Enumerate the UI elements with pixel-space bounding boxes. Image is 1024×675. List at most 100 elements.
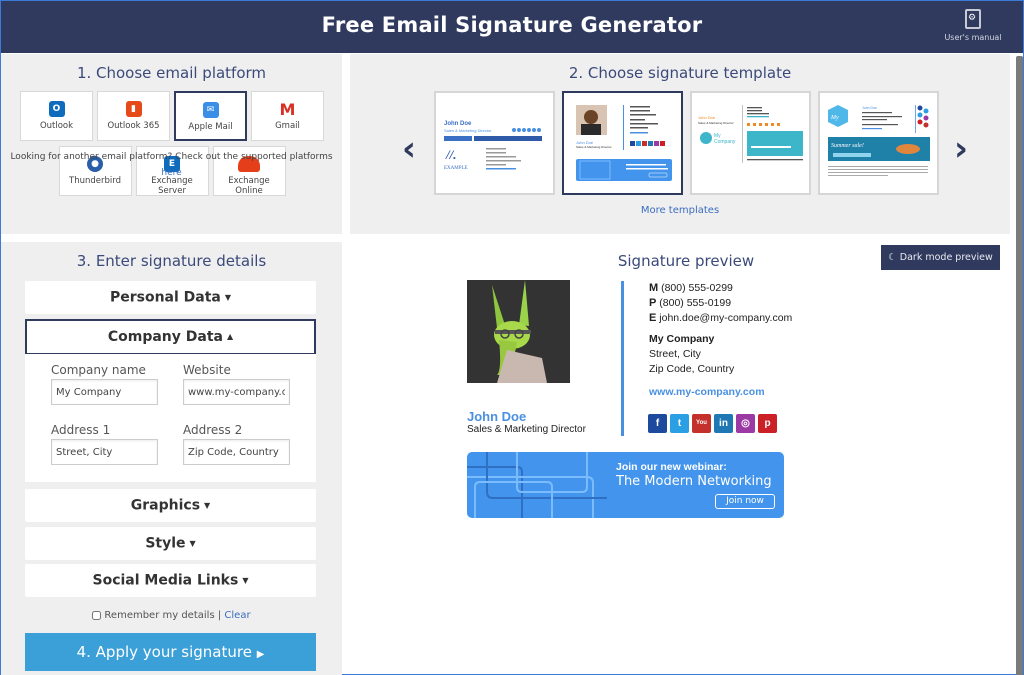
facebook-icon[interactable]: f <box>648 414 667 433</box>
graphics-label: Graphics <box>130 497 201 514</box>
chevron-down-icon: ▼ <box>204 501 211 510</box>
youtube-icon[interactable]: You <box>692 414 711 433</box>
platform-label: Apple Mail <box>188 122 233 132</box>
apply-signature-label: 4. Apply your signature <box>76 643 252 661</box>
supported-platforms-link[interactable]: here <box>1 168 342 178</box>
signature-address2: Zip Code, Country <box>649 363 735 375</box>
phone-prefix: P <box>649 297 657 309</box>
template-1[interactable]: John Doe Sales & Marketing Director //. … <box>434 91 555 195</box>
mobile-number: (800) 555-0299 <box>661 282 733 294</box>
social-media-links-section[interactable]: Social Media Links ▼ <box>25 564 316 597</box>
phone-line: P (800) 555-0199 <box>649 296 792 311</box>
platform-outlook[interactable]: O Outlook <box>20 91 93 141</box>
app-header: Free Email Signature Generator User's ma… <box>1 1 1023 53</box>
clear-link[interactable]: Clear <box>224 610 250 621</box>
email-platform-panel: 1. Choose email platform O Outlook ▮ Out… <box>1 54 342 234</box>
platform-label: Exchange Server <box>151 176 193 196</box>
template-4[interactable]: My John Doe Summer sale! <box>818 91 939 195</box>
svg-text:My: My <box>830 115 839 121</box>
email-address[interactable]: john.doe@my-company.com <box>659 312 792 324</box>
address1-label: Address 1 <box>51 423 111 437</box>
company-data-form: Company name Website Address 1 Address 2 <box>25 354 316 482</box>
template-2[interactable]: John Doe Sales & Marketing Director <box>562 91 683 195</box>
platform-gmail[interactable]: M Gmail <box>251 91 324 141</box>
chevron-down-icon: ▼ <box>242 576 249 585</box>
join-now-button[interactable]: Join now <box>715 494 775 509</box>
signature-divider <box>621 281 624 436</box>
template-1-thumbnail: John Doe Sales & Marketing Director //. … <box>444 121 542 171</box>
prev-template-arrow[interactable]: ‹ <box>402 129 416 169</box>
manual-book-icon <box>965 9 981 29</box>
style-section[interactable]: Style ▼ <box>25 527 316 560</box>
company-data-section[interactable]: Company Data ▲ <box>25 319 316 355</box>
mobile-prefix: M <box>649 282 659 294</box>
caret-right-icon: ▶ <box>256 649 265 660</box>
svg-text:EXAMPLE: EXAMPLE <box>444 166 468 171</box>
webinar-banner[interactable]: Join our new webinar: The Modern Network… <box>467 452 784 518</box>
graphics-section[interactable]: Graphics ▼ <box>25 489 316 522</box>
next-template-arrow[interactable]: › <box>954 129 968 169</box>
moon-icon: ☾ <box>888 252 897 263</box>
profile-photo <box>467 280 570 383</box>
personal-data-section[interactable]: Personal Data ▼ <box>25 281 316 314</box>
profile-photo-image <box>467 280 570 383</box>
template-2-thumbnail: John Doe Sales & Marketing Director <box>576 105 672 181</box>
mobile-line: M (800) 555-0299 <box>649 281 792 296</box>
step2-title: 2. Choose signature template <box>568 64 792 82</box>
chevron-down-icon: ▼ <box>224 293 232 302</box>
twitter-icon[interactable]: t <box>670 414 689 433</box>
company-name-label: Company name <box>51 363 146 377</box>
office365-icon: ▮ <box>125 101 142 117</box>
email-prefix: E <box>649 312 657 324</box>
company-data-label: Company Data <box>107 329 223 345</box>
phone-number: (800) 555-0199 <box>659 297 732 309</box>
banner-pattern <box>467 452 607 518</box>
platform-label: Exchange Online <box>228 176 270 196</box>
remember-checkbox[interactable] <box>92 610 102 620</box>
signature-website-link[interactable]: www.my-company.com <box>649 385 792 400</box>
personal-data-label: Personal Data <box>109 289 221 306</box>
address1-input[interactable] <box>51 439 158 465</box>
chevron-up-icon: ▲ <box>226 332 234 341</box>
scrollbar[interactable] <box>1016 56 1023 675</box>
signature-contact-info: M (800) 555-0299 P (800) 555-0199 E john… <box>649 281 792 400</box>
svg-text:John Doe: John Doe <box>698 115 716 120</box>
separator: | <box>217 610 222 621</box>
users-manual-button[interactable]: User's manual <box>943 9 1003 42</box>
gmail-icon: M <box>279 99 296 119</box>
dark-mode-preview-button[interactable]: ☾ Dark mode preview <box>881 245 1000 270</box>
address2-input[interactable] <box>183 439 290 465</box>
instagram-icon[interactable]: ◎ <box>736 414 755 433</box>
signature-address1: Street, City <box>649 348 701 360</box>
company-name-input[interactable] <box>51 379 158 405</box>
signature-role: Sales & Marketing Director <box>467 424 586 435</box>
platform-label: Outlook 365 <box>107 121 160 131</box>
pinterest-icon[interactable]: p <box>758 414 777 433</box>
linkedin-icon[interactable]: in <box>714 414 733 433</box>
platform-grid: O Outlook ▮ Outlook 365 ✉ Apple Mail M G… <box>17 91 327 201</box>
chevron-down-icon: ▼ <box>189 539 196 548</box>
platform-apple-mail[interactable]: ✉ Apple Mail <box>174 91 247 141</box>
remember-label: Remember my details <box>104 610 215 621</box>
page-title: Free Email Signature Generator <box>321 13 703 37</box>
banner-line2: The Modern Networking <box>616 474 772 489</box>
address2-label: Address 2 <box>183 423 243 437</box>
platform-outlook-365[interactable]: ▮ Outlook 365 <box>97 91 170 141</box>
outlook-icon: O <box>48 101 65 117</box>
apple-mail-icon: ✉ <box>202 102 219 118</box>
banner-line1: Join our new webinar: <box>616 461 727 473</box>
svg-text:Summer sale!: Summer sale! <box>831 143 864 149</box>
address1-field: Address 1 <box>51 423 158 465</box>
template-3-thumbnail: John Doe Sales & Marketing Director My C… <box>698 105 803 163</box>
website-input[interactable] <box>183 379 290 405</box>
apply-signature-button[interactable]: 4. Apply your signature ▶ <box>25 633 316 671</box>
website-label: Website <box>183 363 231 377</box>
template-panel: 2. Choose signature template ‹ John Doe … <box>350 54 1010 234</box>
template-3[interactable]: John Doe Sales & Marketing Director My C… <box>690 91 811 195</box>
email-line: E john.doe@my-company.com <box>649 311 792 326</box>
svg-text:Sales & Marketing Director: Sales & Marketing Director <box>698 121 734 125</box>
preview-title: Signature preview <box>617 252 755 270</box>
more-templates-link[interactable]: More templates <box>350 205 1010 216</box>
svg-text:Company: Company <box>714 139 736 145</box>
address2-field: Address 2 <box>183 423 290 465</box>
